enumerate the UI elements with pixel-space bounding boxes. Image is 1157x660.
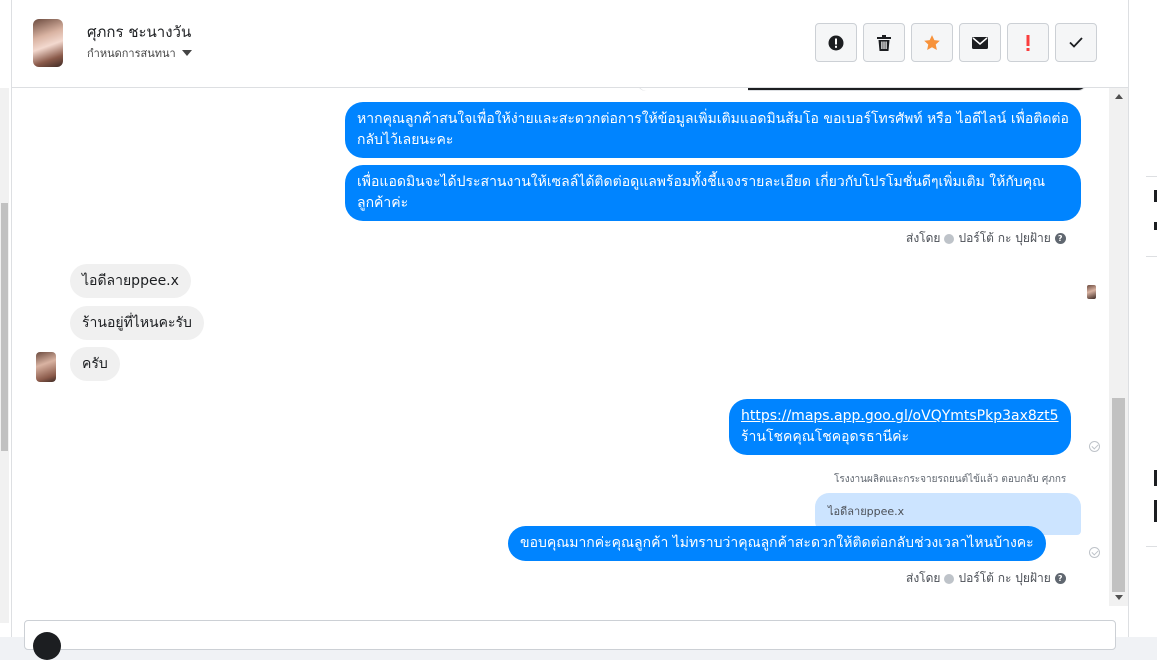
sent-by-page[interactable]: ปอร์โต้ กะ ปุยฝ้าย [958,569,1050,588]
caret-down-icon [181,50,192,56]
help-icon[interactable]: ? [1054,573,1066,584]
conversation-settings-dropdown[interactable]: กำหนดการสนทนา [87,44,192,62]
mark-spam-button[interactable] [815,23,857,62]
composer-avatar [33,632,61,660]
contact-name[interactable]: ศุภกร ชะนางวัน [87,20,191,44]
attachment-image-preview[interactable] [637,88,1087,91]
outgoing-message-link: https://maps.app.goo.gl/oVQYmtsPkp3ax8zt… [729,399,1071,455]
envelope-icon [972,36,988,49]
map-link[interactable]: https://maps.app.goo.gl/oVQYmtsPkp3ax8zt… [741,406,1059,427]
sent-by-line: ส่งโดย ปอร์โต้ กะ ปุยฝ้าย ? [906,229,1066,248]
conversation-header: ศุภกร ชะนางวัน กำหนดการสนทนา [12,0,1128,88]
verified-icon [944,233,955,244]
exclamation-icon [1026,34,1030,51]
outgoing-message-text: ร้านโชคคุณโชคอุดรธานีค่ะ [741,429,909,445]
scroll-down-arrow-icon[interactable] [1115,595,1123,600]
alert-circle-icon [828,35,844,50]
thread-scrollbar-thumb[interactable] [1112,398,1125,592]
scroll-up-arrow-icon[interactable] [1115,94,1123,99]
thread-scrollbar[interactable] [1109,88,1128,606]
delivered-icon [1089,441,1100,452]
sent-by-prefix: ส่งโดย [906,231,941,245]
outgoing-message[interactable]: ขอบคุณมากค่ะคุณลูกค้า ไม่ทราบว่าคุณลูกค้… [508,526,1046,561]
outgoing-message[interactable]: หากคุณลูกค้าสนใจเพื่อให้ง่ายและสะดวกต่อก… [345,102,1081,158]
delete-button[interactable] [863,23,905,62]
check-icon [1069,37,1083,48]
conversation-panel: ศุภกร ชะนางวัน กำหนดการสนทนา หากคุณลูกค้… [12,0,1128,660]
sent-by-line: ส่งโดย ปอร์โต้ กะ ปุยฝ้าย ? [906,569,1066,588]
follow-up-button[interactable] [1007,23,1049,62]
star-button[interactable] [911,23,953,62]
sent-by-prefix: ส่งโดย [906,571,941,585]
incoming-message[interactable]: ไอดีลายppee.x [70,264,191,298]
seen-receipt-avatar [1087,285,1096,299]
mark-unread-button[interactable] [959,23,1001,62]
star-icon [924,34,940,50]
incoming-message[interactable]: ร้านอยู่ที่ไหนคะรับ [70,306,204,340]
message-composer[interactable] [24,620,1116,660]
message-thread: หากคุณลูกค้าสนใจเพื่อให้ง่ายและสะดวกต่อก… [12,88,1116,606]
trash-icon [877,34,891,51]
incoming-message[interactable]: ครับ [70,347,120,381]
reply-context-note: โรงงานผลิตและกระจายรถยนต์ไข้แล้ว ตอบกลับ… [834,474,1067,485]
left-scrollbar-thumb[interactable] [1,203,8,451]
contact-avatar[interactable] [33,19,63,67]
sent-by-page[interactable]: ปอร์โต้ กะ ปุยฝ้าย [958,229,1050,248]
conversation-toolbar [815,23,1097,62]
mark-done-button[interactable] [1055,23,1097,62]
help-icon[interactable]: ? [1054,233,1066,244]
delivered-icon [1089,547,1100,558]
right-side-panel-edge [1128,0,1157,637]
verified-icon [944,573,955,584]
sender-avatar[interactable] [36,352,56,382]
conversation-settings-label: กำหนดการสนทนา [87,47,176,60]
outgoing-message[interactable]: เพื่อแอดมินจะได้ประสานงานให้เซลล์ได้ติดต… [345,165,1081,221]
left-scrollbar[interactable] [0,88,9,623]
